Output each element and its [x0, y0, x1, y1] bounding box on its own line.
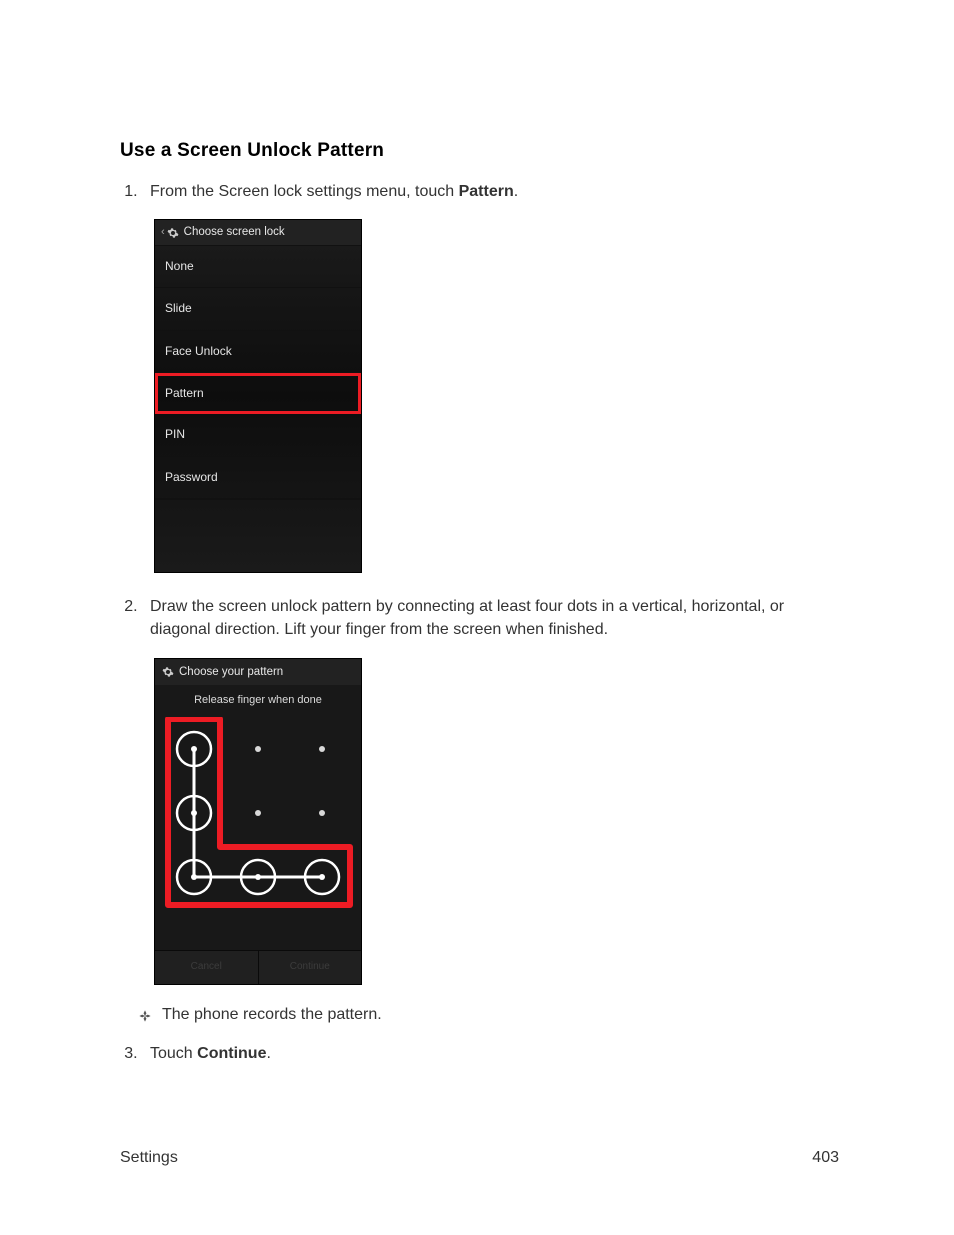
- pattern-dot: [255, 746, 261, 752]
- pattern-cancel-button[interactable]: Cancel: [155, 951, 259, 984]
- lock-option-pattern[interactable]: Pattern: [155, 373, 361, 414]
- lock-option-password[interactable]: Password: [155, 457, 361, 499]
- step-3-text-prefix: Touch: [150, 1045, 197, 1062]
- screenshot-choose-screen-lock: ‹ Choose screen lock None Slide Face Unl…: [154, 219, 362, 573]
- lock-option-face-unlock[interactable]: Face Unlock: [155, 331, 361, 373]
- page-footer: Settings 403: [120, 1149, 839, 1167]
- back-chevron-icon: ‹: [161, 225, 165, 241]
- manual-page: Use a Screen Unlock Pattern From the Scr…: [0, 0, 954, 1235]
- footer-page-number: 403: [812, 1149, 839, 1167]
- lock-option-slide[interactable]: Slide: [155, 288, 361, 330]
- pattern-continue-button[interactable]: Continue: [259, 951, 362, 984]
- step-list: From the Screen lock settings menu, touc…: [120, 180, 839, 1065]
- screenshot1-header: ‹ Choose screen lock: [155, 220, 361, 246]
- screenshot2-footer: Cancel Continue: [155, 950, 361, 984]
- diamond-bullet-icon: [138, 1007, 152, 1021]
- step-3-text-suffix: .: [266, 1045, 270, 1062]
- section-title: Use a Screen Unlock Pattern: [120, 140, 839, 162]
- screenshot-choose-your-pattern: Choose your pattern Release finger when …: [154, 658, 362, 985]
- step-1-text-prefix: From the Screen lock settings menu, touc…: [150, 183, 459, 200]
- step-1-text-bold: Pattern: [459, 183, 514, 200]
- screenshot1-header-text: Choose screen lock: [184, 224, 285, 241]
- result-note: The phone records the pattern.: [138, 1003, 839, 1026]
- result-note-text: The phone records the pattern.: [162, 1003, 382, 1026]
- screenshot2-header: Choose your pattern: [155, 659, 361, 686]
- step-2: Draw the screen unlock pattern by connec…: [142, 595, 839, 1026]
- screenshot2-instruction: Release finger when done: [155, 685, 361, 717]
- gear-icon: [162, 666, 174, 678]
- lock-option-none[interactable]: None: [155, 246, 361, 288]
- screenshot1-empty-area: [155, 499, 361, 572]
- pattern-dot: [319, 746, 325, 752]
- step-2-text: Draw the screen unlock pattern by connec…: [150, 598, 784, 638]
- footer-section: Settings: [120, 1149, 178, 1167]
- step-1-text-suffix: .: [514, 183, 518, 200]
- gear-icon: [167, 227, 179, 239]
- step-1: From the Screen lock settings menu, touc…: [142, 180, 839, 573]
- pattern-svg: [160, 717, 356, 917]
- pattern-dot: [319, 810, 325, 816]
- lock-option-pin[interactable]: PIN: [155, 414, 361, 456]
- lock-options-list: None Slide Face Unlock Pattern PIN Passw…: [155, 246, 361, 499]
- step-3: Touch Continue.: [142, 1042, 839, 1065]
- screenshot2-header-text: Choose your pattern: [179, 664, 283, 681]
- pattern-draw-area[interactable]: [160, 717, 356, 917]
- step-3-text-bold: Continue: [197, 1045, 266, 1062]
- pattern-dot: [255, 810, 261, 816]
